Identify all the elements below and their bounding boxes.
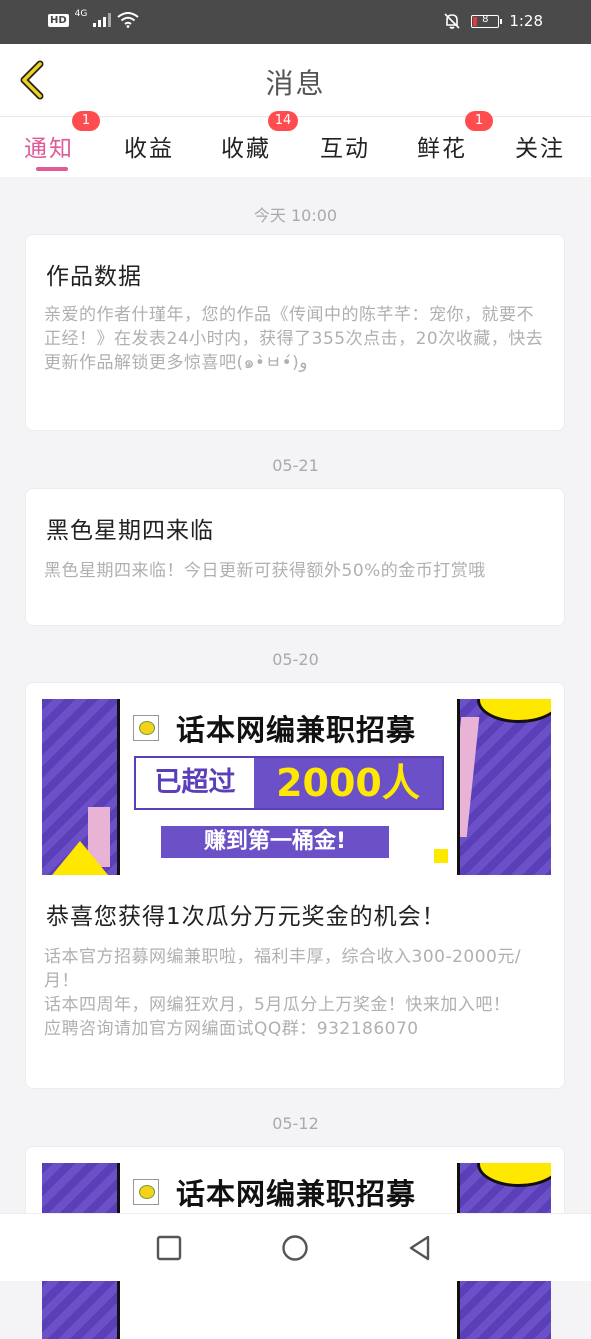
message-card[interactable]: 话本网编兼职招募 已超过 2000人 赚到第一桶金! 恭喜您获得1次瓜分万元奖金… — [25, 682, 565, 1089]
message-card[interactable]: 作品数据 亲爱的作者什瑾年，您的作品《传闻中的陈芊芊：宠你，就要不正经！》在发表… — [25, 234, 565, 431]
network-type: 4G — [74, 9, 88, 19]
hd-indicator: HD — [48, 13, 69, 27]
message-body-line: 应聘咨询请加官方网编面试QQ群：932186070 — [44, 1019, 419, 1039]
recruitment-banner[interactable]: 话本网编兼职招募 已超过 2000人 赚到第一桶金! — [42, 699, 551, 875]
tab-following[interactable]: 关注 — [515, 129, 565, 163]
app-logo-icon — [133, 1179, 159, 1205]
message-body-line: 话本官方招募网编兼职啦，福利丰厚，综合收入300-2000元/月！ — [44, 947, 522, 991]
tab-flowers-badge: 1 — [465, 111, 493, 131]
active-tab-indicator — [36, 167, 68, 171]
date-label: 今天 10:00 — [253, 206, 338, 225]
page-title: 消息 — [265, 67, 326, 100]
back-triangle-icon[interactable] — [406, 1234, 434, 1262]
message-title: 恭喜您获得1次瓜分万元奖金的机会！ — [46, 904, 446, 930]
battery-icon: 8 — [471, 13, 503, 28]
banner-title: 话本网编兼职招募 — [176, 1177, 417, 1211]
message-title: 黑色星期四来临 — [46, 518, 214, 544]
tab-favorites-badge: 14 — [268, 111, 298, 131]
banner-stat-value: 2000人 — [254, 758, 442, 808]
message-body: 黑色星期四来临！今日更新可获得额外50%的金币打赏哦 — [44, 561, 486, 581]
tab-earnings[interactable]: 收益 — [124, 129, 174, 163]
system-nav-bar — [0, 1213, 591, 1281]
battery-level: 8 — [482, 13, 489, 25]
tab-interactions[interactable]: 互动 — [320, 129, 370, 163]
wifi-icon — [117, 12, 139, 28]
home-circle-icon[interactable] — [281, 1234, 309, 1262]
message-card[interactable]: 黑色星期四来临 黑色星期四来临！今日更新可获得额外50%的金币打赏哦 — [25, 488, 565, 626]
banner-cta: 赚到第一桶金! — [161, 826, 389, 858]
tab-bar: 通知 1 收益 收藏 14 互动 鲜花 1 关注 — [0, 111, 591, 177]
tab-notifications[interactable]: 通知 — [24, 129, 74, 163]
app-logo-icon — [133, 715, 159, 741]
date-label: 05-21 — [272, 456, 319, 475]
clock: 1:28 — [509, 12, 543, 30]
date-label: 05-20 — [272, 650, 319, 669]
signal-icon — [93, 13, 112, 27]
tab-flowers[interactable]: 鲜花 — [417, 129, 467, 163]
message-body-line: 话本四周年，网编狂欢月，5月瓜分上万奖金！快来加入吧！ — [44, 995, 511, 1015]
top-app-bar: 消息 — [0, 44, 591, 117]
status-bar: HD 4G 8 1:28 — [0, 0, 591, 44]
status-left: HD 4G — [48, 9, 139, 28]
message-title: 作品数据 — [46, 264, 142, 290]
recents-square-icon[interactable] — [155, 1234, 183, 1262]
banner-stat-box: 已超过 2000人 — [134, 756, 444, 810]
date-label: 05-12 — [272, 1114, 319, 1133]
status-right: 8 1:28 — [443, 12, 543, 30]
message-body: 亲爱的作者什瑾年，您的作品《传闻中的陈芊芊：宠你，就要不正经！》在发表24小时内… — [44, 305, 544, 373]
banner-title: 话本网编兼职招募 — [176, 713, 417, 747]
tab-favorites[interactable]: 收藏 — [221, 129, 271, 163]
banner-stat-label: 已超过 — [154, 767, 236, 798]
tab-notifications-badge: 1 — [72, 111, 100, 131]
bell-off-icon — [444, 13, 460, 29]
message-body: 话本官方招募网编兼职啦，福利丰厚，综合收入300-2000元/月！ 话本四周年，… — [44, 945, 548, 1041]
